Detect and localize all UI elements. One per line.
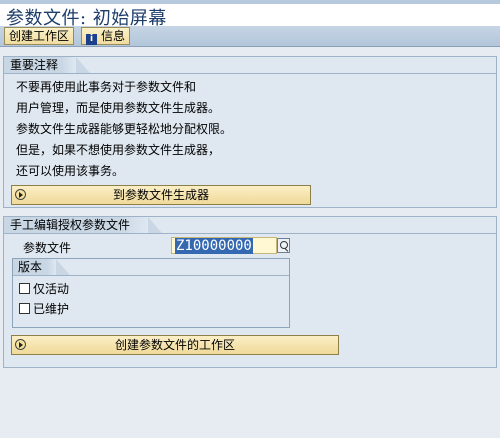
manual-edit-group-divider bbox=[4, 233, 496, 234]
create-profile-worklist-label: 创建参数文件的工作区 bbox=[114, 338, 235, 352]
create-worklist-label: 创建工作区 bbox=[9, 29, 70, 43]
note-line-4: 但是，如果不想使用参数文件生成器， bbox=[16, 143, 221, 157]
execute-icon bbox=[15, 189, 26, 200]
application-toolbar: 创建工作区 i 信息 bbox=[0, 26, 500, 47]
note-line-2: 用户管理，而是使用参数文件生成器。 bbox=[16, 101, 221, 115]
goto-profile-generator-label: 到参数文件生成器 bbox=[112, 188, 209, 202]
only-active-checkbox-row[interactable]: 仅活动 bbox=[19, 280, 69, 297]
only-active-checkbox[interactable] bbox=[19, 283, 30, 294]
maintained-checkbox[interactable] bbox=[19, 303, 30, 314]
search-help-icon[interactable] bbox=[277, 238, 290, 253]
version-group: 版本 仅活动 已维护 bbox=[12, 258, 290, 328]
note-line-1: 不要再使用此事务对于参数文件和 bbox=[16, 80, 197, 94]
info-button[interactable]: i 信息 bbox=[81, 27, 131, 45]
note-line-5: 还可以使用该事务。 bbox=[16, 164, 125, 178]
profile-input-value: Z10000000 bbox=[175, 238, 253, 254]
version-group-title: 版本 bbox=[13, 259, 57, 275]
version-group-divider bbox=[13, 275, 289, 276]
note-line-3: 参数文件生成器能够更轻松地分配权限。 bbox=[16, 122, 233, 136]
manual-edit-group-title: 手工编辑授权参数文件 bbox=[4, 217, 149, 233]
only-active-label: 仅活动 bbox=[33, 282, 70, 296]
create-worklist-button[interactable]: 创建工作区 bbox=[4, 27, 75, 45]
work-area: 重要注释 不要再使用此事务对于参数文件和 用户管理，而是使用参数文件生成器。 参… bbox=[0, 47, 500, 438]
notes-group: 重要注释 不要再使用此事务对于参数文件和 用户管理，而是使用参数文件生成器。 参… bbox=[3, 56, 497, 208]
info-icon: i bbox=[86, 34, 97, 45]
execute-icon bbox=[15, 339, 26, 350]
manual-edit-group: 手工编辑授权参数文件 参数文件 Z10000000 版本 仅活动 已维护 创建参… bbox=[3, 216, 497, 368]
info-label: 信息 bbox=[101, 29, 126, 43]
maintained-checkbox-row[interactable]: 已维护 bbox=[19, 300, 69, 317]
goto-profile-generator-button[interactable]: 到参数文件生成器 bbox=[11, 185, 311, 205]
maintained-label: 已维护 bbox=[33, 302, 70, 316]
notes-group-title: 重要注释 bbox=[4, 57, 77, 73]
profile-input[interactable]: Z10000000 bbox=[171, 237, 277, 254]
title-bar: 参数文件: 初始屏幕 bbox=[0, 4, 500, 29]
notes-group-divider bbox=[4, 73, 496, 74]
profile-field-label: 参数文件 bbox=[23, 241, 72, 255]
create-profile-worklist-button[interactable]: 创建参数文件的工作区 bbox=[11, 335, 339, 355]
